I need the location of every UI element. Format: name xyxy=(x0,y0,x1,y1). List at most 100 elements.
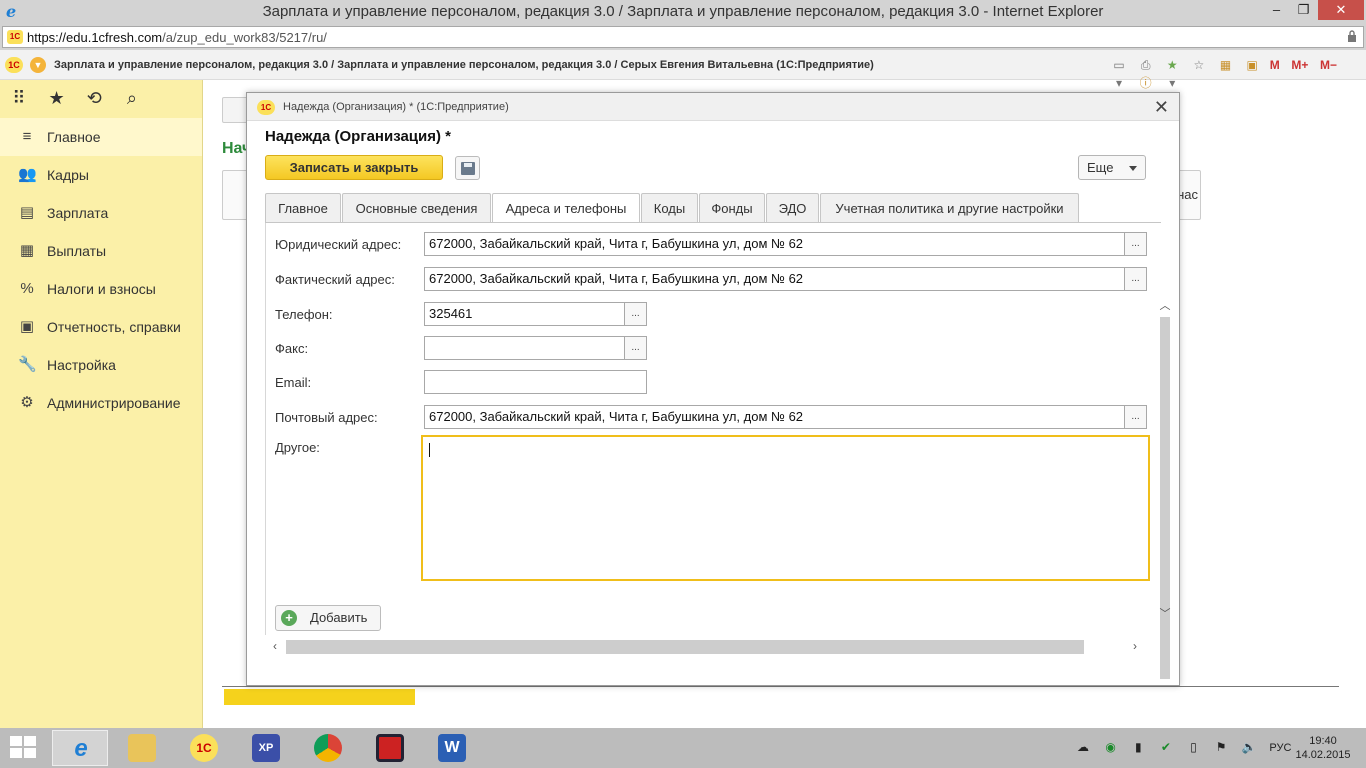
taskbar-xp-app[interactable]: XP xyxy=(238,730,294,766)
sidebar-item-payments[interactable]: ▦ Выплаты xyxy=(0,232,202,270)
scroll-left-icon[interactable]: ‹ xyxy=(267,637,283,655)
postal-address-field[interactable]: 672000, Забайкальский край, Чита г, Бабу… xyxy=(424,405,1125,429)
save-button[interactable] xyxy=(455,156,480,180)
sidebar-item-main[interactable]: ≡ Главное xyxy=(0,118,202,156)
actual-address-field[interactable]: 672000, Забайкальский край, Чита г, Бабу… xyxy=(424,267,1125,291)
url-field[interactable]: 1С https://edu.1cfresh.com/a/zup_edu_wor… xyxy=(2,26,1364,48)
scroll-up-icon[interactable]: ︿ xyxy=(1157,299,1173,313)
phone-select-button[interactable]: ... xyxy=(625,302,647,326)
tab-edo[interactable]: ЭДО xyxy=(766,193,819,223)
search-icon[interactable]: ⌕ xyxy=(123,88,141,108)
main-menu-dropdown-icon[interactable]: ▼ xyxy=(30,57,46,73)
bookmark-icon[interactable]: ☆ xyxy=(1190,56,1208,74)
calendar-icon[interactable]: ▣ xyxy=(1243,56,1261,74)
sidebar-item-taxes[interactable]: % Налоги и взносы xyxy=(0,270,202,308)
tab-basic-info[interactable]: Основные сведения xyxy=(342,193,491,223)
save-and-close-button[interactable]: Записать и закрыть xyxy=(265,155,443,180)
floppy-disk-icon xyxy=(461,162,475,175)
close-window-button[interactable]: ✕ xyxy=(1318,0,1364,20)
organization-dialog: 1С Надежда (Организация) * (1С:Предприят… xyxy=(246,92,1180,686)
dialog-header: 1С Надежда (Организация) * (1С:Предприят… xyxy=(247,93,1179,121)
percent-icon: % xyxy=(20,280,34,297)
battery-icon[interactable]: ▯ xyxy=(1187,738,1201,756)
sidebar-item-label: Отчетность, справки xyxy=(47,319,181,335)
taskbar-1c[interactable]: 1С xyxy=(176,730,232,766)
history-icon[interactable]: ⟲ xyxy=(85,88,103,108)
address-bar: 1С https://edu.1cfresh.com/a/zup_edu_wor… xyxy=(0,24,1366,50)
vertical-scrollbar[interactable]: ︿ ﹀ xyxy=(1157,189,1173,679)
windows-logo-icon xyxy=(24,748,36,758)
tab-codes[interactable]: Коды xyxy=(641,193,698,223)
email-field[interactable] xyxy=(424,370,647,394)
tab-addresses-phones[interactable]: Адреса и телефоны xyxy=(492,193,640,224)
sidebar-item-settings[interactable]: 🔧 Настройка xyxy=(0,346,202,384)
document-icon[interactable]: ▭ xyxy=(1110,56,1128,74)
sidebar-item-label: Настройка xyxy=(47,357,116,373)
clock-time: 19:40 xyxy=(1309,735,1337,747)
actual-address-select-button[interactable]: ... xyxy=(1125,267,1147,291)
minimize-button[interactable]: – xyxy=(1263,0,1290,20)
email-label: Email: xyxy=(275,375,312,390)
vertical-scroll-thumb[interactable] xyxy=(1160,317,1170,679)
add-button[interactable]: + Добавить xyxy=(275,605,381,631)
shield-check-icon[interactable]: ✔ xyxy=(1159,738,1173,756)
scroll-right-icon[interactable]: › xyxy=(1127,637,1143,655)
memory-m-plus-button[interactable]: M+ xyxy=(1291,56,1308,74)
status-circle-icon[interactable]: ◉ xyxy=(1104,738,1118,756)
sidebar-item-personnel[interactable]: 👥 Кадры xyxy=(0,156,202,194)
sidebar-item-administration[interactable]: ⚙ Администрирование xyxy=(0,384,202,422)
windows-logo-icon xyxy=(10,748,22,758)
taskbar-chrome[interactable] xyxy=(300,730,356,766)
tab-main[interactable]: Главное xyxy=(265,193,341,223)
taskbar-save-app[interactable] xyxy=(362,730,418,766)
sidebar-item-label: Налоги и взносы xyxy=(47,281,156,297)
cloud-icon[interactable]: ☁ xyxy=(1076,738,1090,756)
system-clock[interactable]: 19:40 14.02.2015 xyxy=(1292,734,1354,762)
other-textarea[interactable] xyxy=(421,435,1150,581)
url-host: https://edu.1cfresh.com xyxy=(27,30,163,45)
memory-m-button[interactable]: M xyxy=(1270,56,1280,74)
more-arrow-icon[interactable]: ▾ xyxy=(1163,74,1181,92)
tab-accounting-policy[interactable]: Учетная политика и другие настройки xyxy=(820,193,1079,223)
apps-grid-icon[interactable]: ⠿ xyxy=(10,88,28,108)
signal-icon[interactable]: ▮ xyxy=(1131,738,1145,756)
legal-address-field[interactable]: 672000, Забайкальский край, Чита г, Бабу… xyxy=(424,232,1125,256)
chrome-icon xyxy=(314,734,342,762)
url-path: /a/zup_edu_work83/5217/ru/ xyxy=(162,30,327,45)
language-indicator[interactable]: РУС xyxy=(1269,739,1291,757)
horizontal-scroll-thumb[interactable] xyxy=(286,640,1084,654)
flag-icon[interactable]: ⚑ xyxy=(1214,738,1228,756)
payments-icon: ▦ xyxy=(19,242,35,259)
dropdown-arrow-icon[interactable]: ▾ xyxy=(1110,74,1128,92)
maximize-button[interactable]: ❐ xyxy=(1290,0,1317,20)
actual-address-label: Фактический адрес: xyxy=(275,272,395,287)
legal-address-select-button[interactable]: ... xyxy=(1125,232,1147,256)
taskbar-explorer[interactable] xyxy=(114,730,170,766)
taskbar-word[interactable]: W xyxy=(424,730,480,766)
horizontal-scrollbar[interactable]: ‹ › xyxy=(265,637,1145,655)
tab-funds[interactable]: Фонды xyxy=(699,193,765,223)
postal-address-select-button[interactable]: ... xyxy=(1125,405,1147,429)
sidebar-item-salary[interactable]: ▤ Зарплата xyxy=(0,194,202,232)
calculator-icon[interactable]: ▦ xyxy=(1217,56,1235,74)
sidebar-item-reports[interactable]: ▣ Отчетность, справки xyxy=(0,308,202,346)
fax-select-button[interactable]: ... xyxy=(625,336,647,360)
start-button[interactable] xyxy=(10,736,38,760)
addresses-form: Юридический адрес: 672000, Забайкальский… xyxy=(265,223,1161,635)
taskbar-ie[interactable]: e xyxy=(52,730,108,766)
scroll-down-icon[interactable]: ﹀ xyxy=(1157,607,1173,621)
volume-icon[interactable]: 🔈 xyxy=(1242,738,1257,756)
memory-m-minus-button[interactable]: M− xyxy=(1320,56,1337,74)
postal-address-label: Почтовый адрес: xyxy=(275,410,378,425)
info-icon[interactable]: ⓘ xyxy=(1137,74,1155,92)
print-icon[interactable]: ⎙ xyxy=(1137,56,1155,74)
menu-lines-icon: ≡ xyxy=(22,128,32,145)
phone-label: Телефон: xyxy=(275,307,333,322)
more-button[interactable]: Еще xyxy=(1078,155,1146,180)
dialog-close-button[interactable]: ✕ xyxy=(1154,96,1169,118)
fax-field[interactable] xyxy=(424,336,625,360)
phone-field[interactable]: 325461 xyxy=(424,302,625,326)
favorite-star-icon[interactable]: ★ xyxy=(1163,56,1181,74)
chevron-down-icon xyxy=(1129,166,1137,171)
favorites-star-icon[interactable]: ★ xyxy=(48,88,66,108)
